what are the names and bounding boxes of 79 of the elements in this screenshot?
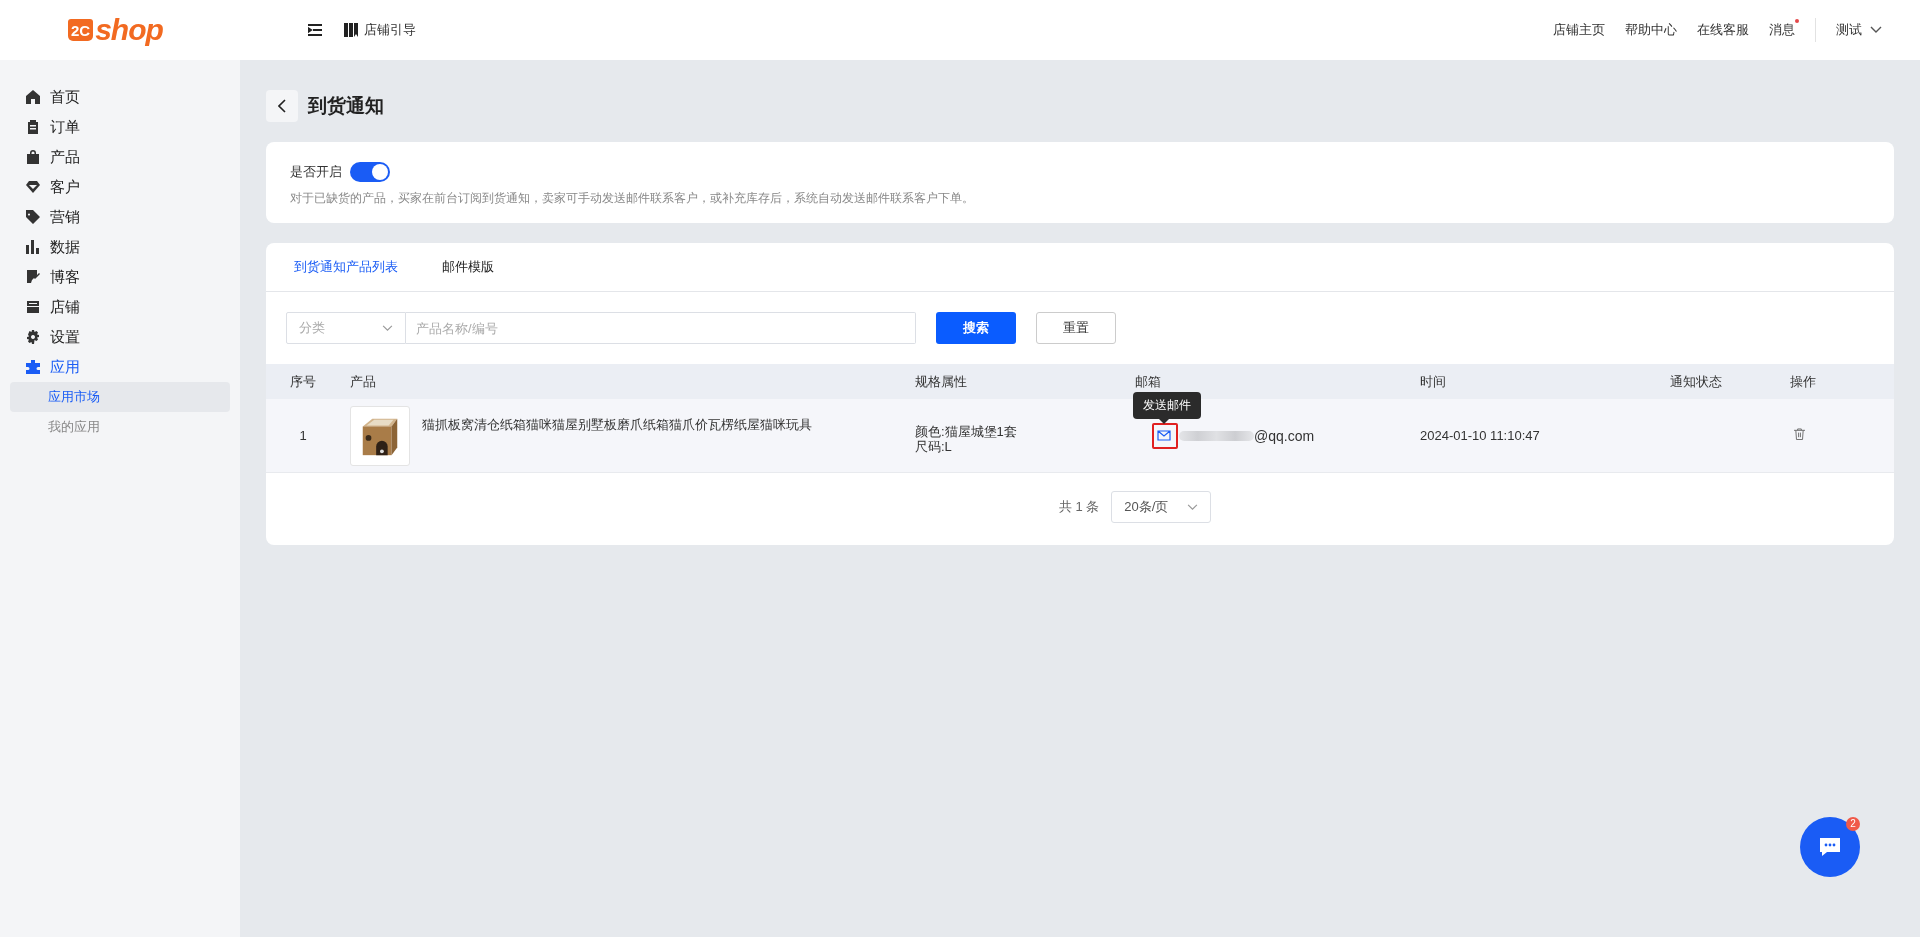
back-icon xyxy=(278,99,286,113)
store-guide-link[interactable]: 店铺引导 xyxy=(344,21,416,39)
column-header: 通知状态 xyxy=(1669,372,1723,391)
nav-link[interactable]: 店铺主页 xyxy=(1553,21,1605,39)
sidebar-subitem[interactable]: 应用市场 xyxy=(10,382,230,412)
column-header: 邮箱 xyxy=(1134,372,1162,391)
sidebar-label: 营销 xyxy=(50,207,80,227)
tab[interactable]: 到货通知产品列表 xyxy=(294,243,398,291)
bag-icon xyxy=(26,150,40,164)
sidebar-item[interactable]: 设置 xyxy=(0,322,240,352)
home-icon xyxy=(26,90,40,104)
page-size-select[interactable]: 20条/页 xyxy=(1111,491,1212,523)
description-text: 对于已缺货的产品，买家在前台订阅到货通知，卖家可手动发送邮件联系客户，或补充库存后，系统自动发送邮件联系客户下单。 xyxy=(290,190,975,207)
sidebar-label: 客户 xyxy=(50,177,80,197)
notification-badge: 2 xyxy=(1846,817,1860,831)
page-title: 到货通知 xyxy=(308,94,384,118)
logo-text: shop xyxy=(95,13,163,47)
spec-text: 颜色:猫屋城堡1套 xyxy=(915,423,1018,439)
column-header: 规格属性 xyxy=(914,372,968,391)
tag-icon xyxy=(26,210,40,224)
tooltip-pointer xyxy=(1159,419,1169,424)
store-guide-label: 店铺引导 xyxy=(364,21,416,39)
sidebar-item[interactable]: 博客 xyxy=(0,262,240,292)
total-count: 共 1 条 xyxy=(1058,498,1100,516)
sidebar-item[interactable]: 营销 xyxy=(0,202,240,232)
puzzle-icon xyxy=(26,360,40,374)
chevron-down-icon xyxy=(1870,26,1882,34)
table-cell-text: 1 xyxy=(298,428,308,443)
product-name: 猫抓板窝清仓纸箱猫咪猫屋别墅板磨爪纸箱猫爪价瓦楞纸屋猫咪玩具 xyxy=(422,415,812,434)
sidebar-item[interactable]: 店铺 xyxy=(0,292,240,322)
reset-button[interactable]: 重置 xyxy=(1036,312,1116,344)
store-icon xyxy=(26,300,40,314)
search-button[interactable]: 搜索 xyxy=(936,312,1016,344)
nav-link[interactable]: 帮助中心 xyxy=(1625,21,1677,39)
book-icon xyxy=(344,23,358,37)
search-field[interactable]: 产品名称/编号 xyxy=(406,312,916,344)
tab[interactable]: 邮件模版 xyxy=(442,243,494,291)
spec-text: 尺码:L xyxy=(915,438,953,454)
menu-icon[interactable] xyxy=(308,24,322,36)
sidebar-label: 订单 xyxy=(50,117,80,137)
column-header: 产品 xyxy=(349,372,377,391)
sidebar-item[interactable]: 订单 xyxy=(0,112,240,142)
tooltip: 发送邮件 xyxy=(1133,392,1201,419)
sidebar-label: 数据 xyxy=(50,237,80,257)
sidebar-label: 应用 xyxy=(50,357,80,377)
chevron-down-icon xyxy=(1187,503,1199,511)
clipboard-icon xyxy=(26,120,40,134)
user-menu[interactable]: 测试 xyxy=(1836,21,1882,39)
email-text: @qq.com xyxy=(1254,427,1315,444)
mail-icon[interactable] xyxy=(1157,430,1171,441)
sidebar-item[interactable]: 产品 xyxy=(0,142,240,172)
column-header: 时间 xyxy=(1419,372,1447,391)
sidebar-item[interactable]: 应用 xyxy=(0,352,240,382)
table-cell-text: 2024-01-10 11:10:47 xyxy=(1419,428,1541,443)
column-header: 序号 xyxy=(289,372,317,391)
sidebar-item[interactable]: 数据 xyxy=(0,232,240,262)
gear-icon xyxy=(26,330,40,344)
edit-icon xyxy=(26,270,40,284)
nav-link[interactable]: 在线客服 xyxy=(1697,21,1749,39)
bag-logo-mark: 2C xyxy=(68,19,94,41)
chat-icon xyxy=(1819,837,1841,857)
sidebar-label: 产品 xyxy=(50,147,80,167)
page-size-value: 20条/页 xyxy=(1124,498,1169,516)
chart-icon xyxy=(26,240,40,254)
chevron-down-icon xyxy=(382,324,393,332)
sidebar-label: 店铺 xyxy=(50,297,80,317)
diamond-icon xyxy=(26,180,40,194)
sidebar-item[interactable]: 首页 xyxy=(0,82,240,112)
nav-link[interactable]: 消息 xyxy=(1769,21,1795,39)
sidebar-label: 设置 xyxy=(50,327,80,347)
sidebar-item[interactable]: 客户 xyxy=(0,172,240,202)
toggle-switch[interactable] xyxy=(350,162,390,182)
trash-icon[interactable] xyxy=(1794,428,1805,440)
sidebar-label: 博客 xyxy=(50,267,80,287)
back-button[interactable] xyxy=(266,90,298,122)
toggle-label: 是否开启 xyxy=(290,163,342,181)
category-placeholder: 分类 xyxy=(299,319,325,337)
sidebar-label: 首页 xyxy=(50,87,80,107)
column-header: 操作 xyxy=(1789,372,1817,391)
